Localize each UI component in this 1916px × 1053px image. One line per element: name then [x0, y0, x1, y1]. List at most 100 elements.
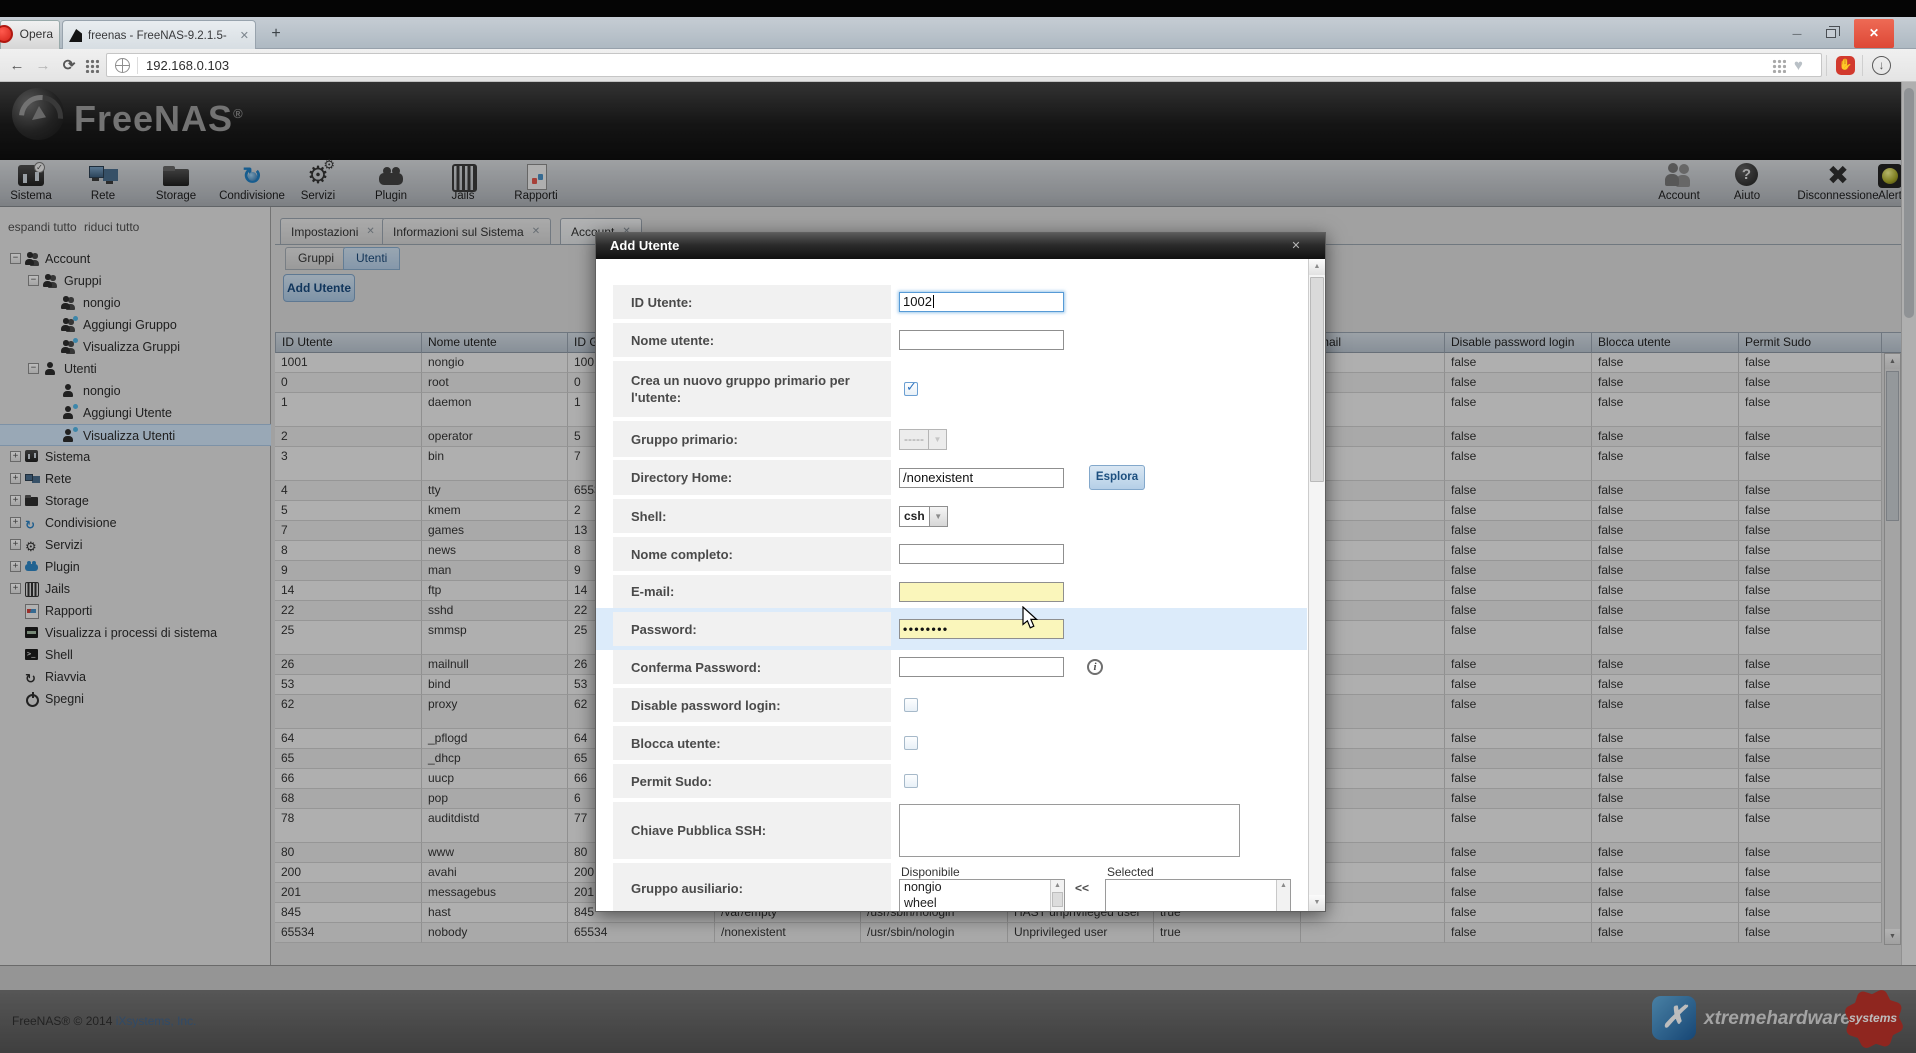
- dialog-title[interactable]: Add Utente: [596, 233, 1325, 259]
- nome-utente-input[interactable]: [899, 330, 1064, 350]
- window-close-button[interactable]: [1854, 19, 1894, 48]
- nome-completo-input[interactable]: [899, 544, 1064, 564]
- divider: [1826, 55, 1827, 76]
- form-row-disable-password-login: Disable password login:: [596, 688, 1308, 722]
- field-control-zone: csh: [899, 499, 1308, 533]
- opera-menu-button[interactable]: Opera: [0, 20, 60, 49]
- input-value: 1002: [903, 294, 932, 309]
- field-label: Blocca utente:: [613, 726, 891, 760]
- field-label: Nome utente:: [613, 323, 891, 357]
- field-label: Crea un nuovo gruppo primario per l'uten…: [613, 361, 891, 417]
- listbox-scrollbar[interactable]: [1276, 880, 1290, 912]
- chevron-down-icon[interactable]: [930, 506, 948, 527]
- form-row-id-utente: ID Utente: 1002: [596, 285, 1308, 319]
- field-label: ID Utente:: [613, 285, 891, 319]
- field-label-text: Chiave Pubblica SSH:: [613, 822, 778, 839]
- new-tab-button[interactable]: [264, 24, 288, 45]
- field-label: Password:: [613, 612, 891, 646]
- field-control-zone: /nonexistent Esplora: [899, 460, 1308, 495]
- directory-home-input[interactable]: /nonexistent: [899, 468, 1064, 488]
- browse-button[interactable]: Esplora: [1089, 465, 1145, 490]
- scrollbar-thumb[interactable]: [1052, 892, 1063, 907]
- available-label: Disponibile: [901, 865, 960, 879]
- field-label-text: Shell:: [613, 508, 678, 525]
- ssh-key-textarea[interactable]: [899, 804, 1240, 857]
- extensions-grid-icon[interactable]: [1772, 59, 1786, 73]
- field-label: Shell:: [613, 499, 891, 533]
- info-icon[interactable]: i: [1087, 659, 1103, 675]
- field-label-text: Blocca utente:: [613, 735, 733, 752]
- field-label-text: ID Utente:: [613, 294, 704, 311]
- field-label-text: Gruppo ausiliario:: [613, 880, 755, 897]
- url-text[interactable]: 192.168.0.103: [146, 58, 229, 73]
- window-titlebar: [0, 0, 1916, 17]
- divider: [1862, 55, 1863, 76]
- field-control-zone: -----: [899, 421, 1308, 457]
- listbox-scrollbar[interactable]: [1050, 880, 1064, 912]
- url-divider: [137, 57, 138, 74]
- form-row-nome-completo: Nome completo:: [596, 537, 1308, 571]
- field-control-zone: Disponibilenongiowheel<<Selected: [899, 863, 1308, 912]
- form-row-permit-sudo: Permit Sudo:: [596, 764, 1308, 798]
- select-value: csh: [899, 506, 930, 527]
- reload-icon[interactable]: [58, 56, 80, 76]
- conferma-password-input[interactable]: [899, 657, 1064, 677]
- scroll-up-icon[interactable]: [1309, 259, 1325, 275]
- permit-sudo-checkbox[interactable]: [904, 774, 918, 788]
- form-row-directory-home: Directory Home:/nonexistentEsplora: [596, 460, 1308, 495]
- chevron-down-icon[interactable]: [929, 429, 947, 450]
- scrollbar-thumb[interactable]: [1310, 277, 1324, 482]
- adblock-badge-icon[interactable]: [1836, 56, 1855, 75]
- back-icon[interactable]: [6, 56, 28, 76]
- selected-listbox[interactable]: [1105, 879, 1291, 912]
- e-mail-input[interactable]: [899, 582, 1064, 602]
- bookmark-heart-icon[interactable]: [1794, 57, 1803, 74]
- shell-select[interactable]: csh: [899, 506, 948, 527]
- globe-icon: [115, 58, 130, 73]
- field-control-zone: [899, 323, 1308, 357]
- blocca-utente-checkbox[interactable]: [904, 736, 918, 750]
- speed-dial-icon[interactable]: [85, 59, 99, 73]
- field-label-text: Permit Sudo:: [613, 773, 724, 790]
- form-row-e-mail: E-mail:: [596, 575, 1308, 608]
- dialog-scrollbar[interactable]: [1308, 259, 1325, 911]
- add-user-dialog: Add Utente ID Utente: 1002 Nome utente: Cre…: [595, 232, 1326, 912]
- field-control-zone: [899, 688, 1308, 722]
- window-minimize-button[interactable]: [1784, 26, 1810, 44]
- window-restore-button[interactable]: [1818, 26, 1844, 44]
- list-option[interactable]: wheel: [900, 896, 1064, 912]
- gruppo-primario-select[interactable]: -----: [899, 429, 947, 450]
- url-field[interactable]: 192.168.0.103: [106, 53, 1822, 77]
- text-caret: [933, 295, 934, 308]
- crea-un-nuovo-gruppo-primario-per-l-utente-checkbox[interactable]: [904, 382, 918, 396]
- id-utente-input[interactable]: 1002: [899, 292, 1064, 312]
- field-control-zone: i: [899, 650, 1308, 684]
- field-label-text: Conferma Password:: [613, 659, 773, 676]
- form-row-blocca-utente: Blocca utente:: [596, 726, 1308, 760]
- field-label: Permit Sudo:: [613, 764, 891, 798]
- move-left-button[interactable]: <<: [1075, 881, 1089, 895]
- field-control-zone: [899, 726, 1308, 760]
- field-label: Gruppo ausiliario:: [613, 863, 891, 912]
- field-control-zone: [899, 575, 1308, 608]
- field-label-text: E-mail:: [613, 583, 686, 600]
- field-label-text: Disable password login:: [613, 697, 793, 714]
- field-label-text: Nome completo:: [613, 546, 745, 563]
- field-control-zone: [899, 537, 1308, 571]
- field-label: Disable password login:: [613, 688, 891, 722]
- available-listbox[interactable]: nongiowheel: [899, 879, 1065, 912]
- input-value: /nonexistent: [903, 470, 973, 485]
- disable-password-login-checkbox[interactable]: [904, 698, 918, 712]
- mouse-cursor: [1022, 606, 1040, 630]
- forward-icon[interactable]: [32, 56, 54, 76]
- dialog-close-icon[interactable]: [1289, 239, 1303, 253]
- field-label-text: Crea un nuovo gruppo primario per l'uten…: [613, 372, 891, 406]
- tab-title: freenas - FreeNAS-9.2.1.5-: [88, 30, 235, 42]
- download-icon[interactable]: [1872, 56, 1891, 75]
- scroll-down-icon[interactable]: [1309, 895, 1325, 911]
- form-row-chiave-pubblica-ssh: Chiave Pubblica SSH:: [596, 802, 1308, 859]
- list-option[interactable]: nongio: [900, 880, 1064, 896]
- tab-close-icon[interactable]: [240, 29, 249, 42]
- form-row-nome-utente: Nome utente:: [596, 323, 1308, 357]
- browser-tab[interactable]: freenas - FreeNAS-9.2.1.5-: [62, 20, 256, 50]
